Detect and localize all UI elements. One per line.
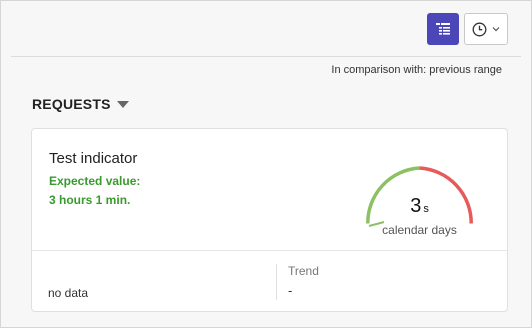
no-data-text: no data [48,286,89,300]
card-separator [32,250,507,251]
gauge-unit: s [423,203,429,215]
indicator-card: Test indicator Expected value: 3 hours 1… [31,128,508,312]
gauge-caption: calendar days [382,223,457,237]
gauge-number: 3 [410,195,422,217]
chevron-down-icon [492,27,500,32]
expected-value: 3 hours 1 min. [49,193,131,207]
toolbar-divider [11,56,521,57]
widget-frame: In comparison with: previous range REQUE… [0,0,532,328]
list-tree-icon [436,23,450,35]
trend-label: Trend [288,264,319,278]
clock-icon [472,22,487,36]
gauge-value: 3s [357,195,482,218]
trend-value: - [288,283,293,298]
time-range-button[interactable] [464,13,508,45]
indicator-title: Test indicator [49,150,138,167]
comparison-text: In comparison with: previous range [331,64,502,76]
section-title: REQUESTS [32,96,111,112]
caret-down-icon [116,100,129,108]
expected-value-label: Expected value: [49,174,141,188]
footer-divider [276,264,277,300]
section-dropdown[interactable]: REQUESTS [32,96,129,112]
list-view-button[interactable] [427,13,459,45]
